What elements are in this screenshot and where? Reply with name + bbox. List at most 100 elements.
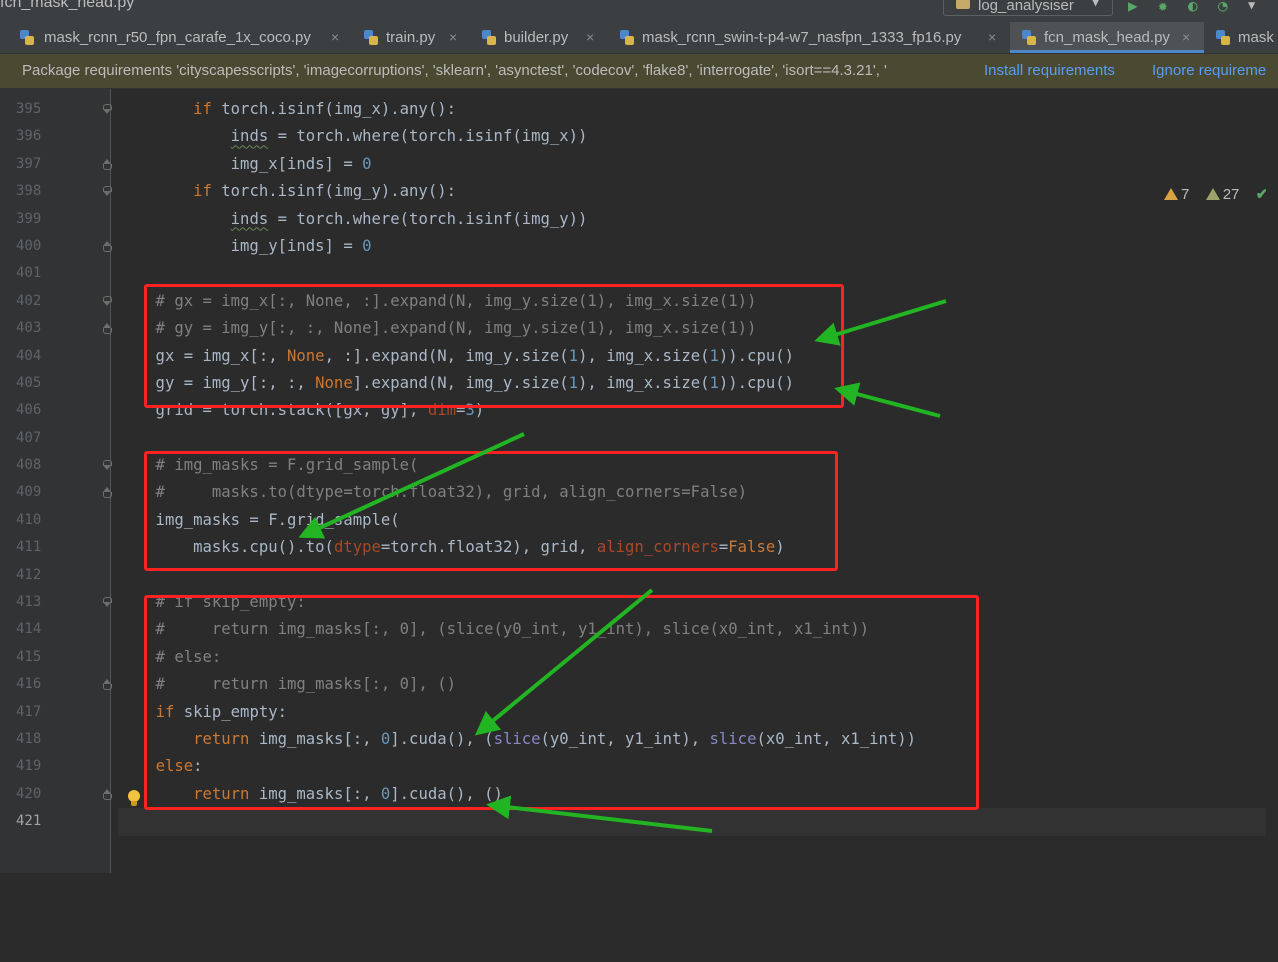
line-number: 416 — [16, 676, 42, 693]
weak-warnings-count: 27 — [1222, 186, 1240, 203]
tab-mask-rcnn-swin[interactable]: mask_rcnn_swin-t-p4-w7_nasfpn_1333_fp16.… — [608, 22, 1010, 53]
gutter-line[interactable]: 419 — [0, 753, 110, 780]
fold-marker-icon[interactable] — [103, 788, 112, 800]
fold-marker-icon[interactable] — [103, 460, 112, 471]
fold-marker-icon[interactable] — [103, 487, 112, 499]
gutter-line[interactable]: 413 — [0, 589, 112, 616]
ignore-requirements-link[interactable]: Ignore requireme — [1152, 54, 1266, 88]
line-number: 414 — [16, 621, 42, 638]
gutter-line[interactable]: 396 — [0, 123, 110, 150]
gutter-line[interactable]: 417 — [0, 699, 110, 726]
fold-marker-icon[interactable] — [103, 597, 112, 608]
close-icon[interactable]: × — [449, 22, 457, 53]
fold-marker-icon[interactable] — [103, 104, 112, 115]
line-number: 399 — [16, 210, 42, 227]
close-icon[interactable]: × — [988, 22, 996, 53]
gutter-line[interactable]: 405 — [0, 370, 110, 397]
line-number-gutter: 395 396 397 398 399 400 401 402 403 404 405 406 407 4… — [0, 89, 140, 873]
title-bar: fcn_mask_head.py log_analysiser ▼ ▶ ✹ ◐ … — [0, 0, 1278, 22]
line-number: 413 — [16, 594, 42, 611]
fold-marker-icon[interactable] — [103, 295, 112, 307]
code-line[interactable]: inds = torch.where(torch.isinf(img_y)) — [118, 206, 1278, 233]
editor-scrollbar[interactable] — [1266, 178, 1278, 962]
code-line[interactable] — [118, 425, 1278, 452]
gutter-line[interactable]: 416 — [0, 671, 112, 698]
close-icon[interactable]: × — [586, 22, 594, 53]
tab-builder[interactable]: builder.py × — [470, 22, 608, 53]
gutter-line[interactable]: 403 — [0, 315, 112, 342]
fold-marker-icon[interactable] — [103, 158, 112, 170]
run-icon[interactable]: ▶ — [1128, 0, 1138, 15]
tab-label: mask_rcnn_r50_fpn_carafe_1x_coco.py — [44, 29, 311, 46]
gutter-line[interactable]: 395 — [0, 96, 112, 123]
fold-marker-icon[interactable] — [103, 186, 112, 197]
gutter-line[interactable]: 402 — [0, 288, 112, 315]
run-config-dropdown[interactable]: log_analysiser ▼ — [943, 0, 1113, 16]
gutter-line[interactable]: 401 — [0, 260, 110, 287]
debug-icon[interactable]: ✹ — [1158, 0, 1168, 15]
gutter-line[interactable]: 411 — [0, 534, 110, 561]
code-line[interactable]: if torch.isinf(img_y).any(): — [118, 178, 1278, 205]
code-line[interactable]: img_y[inds] = 0 — [118, 233, 1278, 260]
gutter-line[interactable]: 397 — [0, 151, 112, 178]
line-number: 400 — [16, 237, 42, 254]
gutter-line[interactable]: 398 — [0, 178, 112, 205]
gutter-line[interactable]: 410 — [0, 507, 110, 534]
gutter-line[interactable]: 400 — [0, 233, 112, 260]
tab-mask-overflow[interactable]: mask — [1204, 22, 1278, 53]
code-line[interactable]: img_x[inds] = 0 — [118, 151, 1278, 178]
more-run-options-icon[interactable]: ▼ — [1248, 0, 1255, 12]
gutter-line[interactable]: 418 — [0, 726, 110, 753]
coverage-icon[interactable]: ◐ — [1188, 0, 1198, 15]
gutter-line[interactable]: 415 — [0, 644, 110, 671]
python-file-icon — [1022, 30, 1036, 45]
code-line[interactable] — [118, 808, 1278, 836]
line-number: 420 — [16, 785, 42, 802]
line-number: 415 — [16, 648, 42, 665]
code-token: img_x[inds] = — [118, 154, 363, 173]
gutter-line[interactable]: 412 — [0, 562, 110, 589]
fold-marker-icon[interactable] — [103, 679, 112, 691]
line-number: 406 — [16, 402, 42, 419]
install-requirements-link[interactable]: Install requirements — [984, 54, 1115, 88]
close-icon[interactable]: × — [331, 22, 339, 53]
code-token: = torch.where(torch.isinf(img_y)) — [268, 209, 588, 228]
close-icon[interactable]: × — [1182, 22, 1190, 53]
tab-label: mask — [1238, 29, 1274, 46]
code-token: img_y[inds] = — [118, 236, 363, 255]
code-line[interactable]: if torch.isinf(img_x).any(): — [118, 96, 1278, 123]
package-requirements-banner: Package requirements 'cityscapesscripts'… — [0, 54, 1278, 89]
gutter-line[interactable]: 399 — [0, 206, 110, 233]
warning-icon — [1164, 188, 1178, 200]
line-number: 397 — [16, 155, 42, 172]
gutter-line[interactable]: 409 — [0, 479, 112, 506]
fold-marker-icon[interactable] — [103, 240, 112, 252]
annotation-box-grid-sample-block — [144, 451, 838, 571]
gutter-line[interactable]: 408 — [0, 452, 112, 479]
line-number: 419 — [16, 758, 42, 775]
gutter-line[interactable]: 421 — [0, 808, 110, 835]
code-line[interactable]: inds = torch.where(torch.isinf(img_x)) — [118, 123, 1278, 150]
fold-marker-icon[interactable] — [103, 323, 112, 335]
warnings-count: 7 — [1181, 186, 1190, 203]
profile-icon[interactable]: ◔ — [1218, 0, 1228, 15]
gutter-line[interactable]: 414 — [0, 616, 110, 643]
line-number: 408 — [16, 457, 42, 474]
tab-train[interactable]: train.py × — [352, 22, 470, 53]
line-number: 403 — [16, 320, 42, 337]
gutter-line[interactable]: 406 — [0, 397, 110, 424]
gutter-line[interactable]: 407 — [0, 425, 110, 452]
line-number: 409 — [16, 484, 42, 501]
inspections-widget[interactable]: 7 27 ✔47 — [1164, 185, 1278, 203]
python-file-icon — [620, 30, 634, 45]
code-token: = torch.where(torch.isinf(img_x)) — [268, 127, 588, 146]
tab-label: mask_rcnn_swin-t-p4-w7_nasfpn_1333_fp16.… — [642, 29, 962, 46]
line-number: 395 — [16, 101, 42, 117]
window-title: fcn_mask_head.py — [0, 0, 135, 11]
tab-mask-rcnn-carafe[interactable]: mask_rcnn_r50_fpn_carafe_1x_coco.py × — [0, 22, 352, 53]
tab-fcn-mask-head[interactable]: fcn_mask_head.py × — [1010, 22, 1204, 53]
gutter-line[interactable]: 420 — [0, 781, 112, 808]
python-file-icon — [482, 30, 496, 45]
gutter-line[interactable]: 404 — [0, 343, 110, 370]
